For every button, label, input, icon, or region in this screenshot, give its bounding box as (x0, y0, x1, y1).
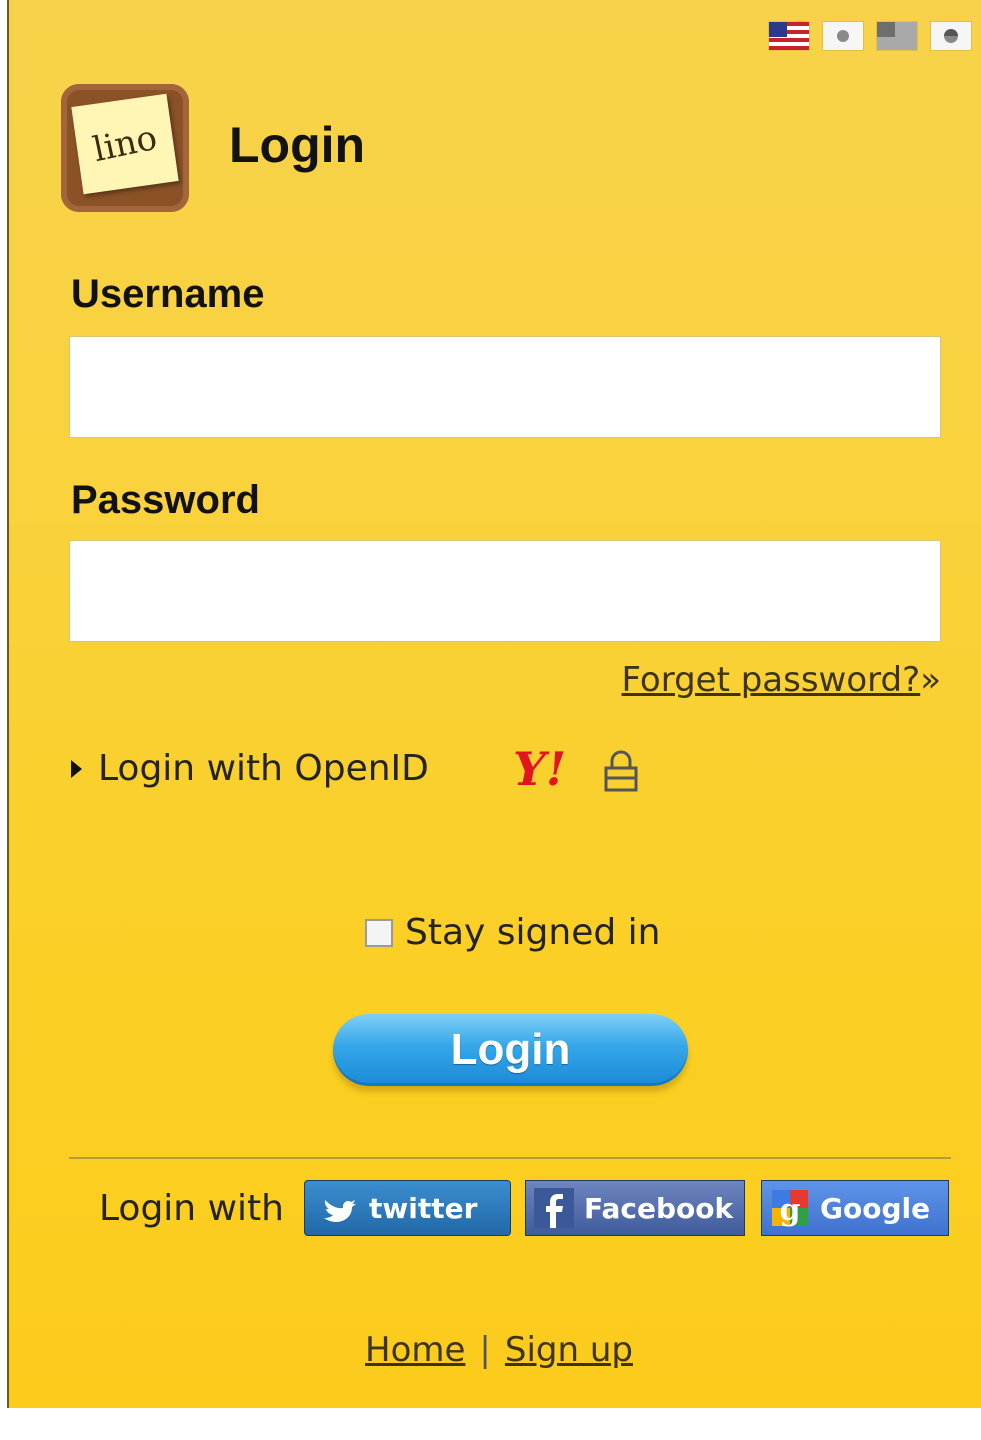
username-input[interactable] (69, 336, 941, 438)
home-link[interactable]: Home (365, 1330, 465, 1370)
stay-signed-in[interactable]: Stay signed in (365, 912, 660, 953)
password-label: Password (71, 478, 260, 522)
page-title: Login (229, 117, 366, 173)
divider (69, 1157, 951, 1159)
logo-text: lino (89, 117, 161, 171)
google-login-button[interactable]: g Google (761, 1180, 949, 1236)
twitter-label: twitter (369, 1191, 478, 1225)
footer-separator: | (479, 1330, 491, 1370)
facebook-login-button[interactable]: Facebook (525, 1180, 745, 1236)
yahoo-login-icon[interactable]: Y! (513, 742, 566, 796)
forgot-password-arrow: » (920, 660, 941, 700)
social-login-label: Login with (99, 1188, 284, 1229)
signup-link[interactable]: Sign up (505, 1330, 633, 1370)
sticky-note-icon: lino (71, 93, 179, 195)
language-selector (769, 22, 971, 50)
svg-text:g: g (780, 1193, 801, 1228)
login-panel: lino Login Username Password Forget pass… (7, 0, 981, 1408)
twitter-bird-icon (324, 1200, 356, 1222)
lock-icon[interactable] (603, 750, 639, 792)
forgot-password: Forget password?» (622, 660, 941, 700)
password-input[interactable] (69, 540, 941, 642)
google-icon: g (772, 1190, 808, 1228)
stay-signed-in-checkbox[interactable] (365, 918, 393, 947)
openid-label: Login with OpenID (98, 748, 429, 789)
lino-logo: lino (61, 84, 189, 212)
facebook-icon (534, 1188, 574, 1228)
login-button[interactable]: Login (333, 1014, 688, 1086)
stay-signed-in-label: Stay signed in (405, 912, 661, 953)
flag-tw-icon[interactable] (877, 22, 917, 50)
forgot-password-link[interactable]: Forget password? (622, 660, 921, 700)
flag-kr-icon[interactable] (931, 22, 971, 50)
username-label: Username (71, 272, 265, 316)
flag-us-icon[interactable] (769, 22, 809, 50)
twitter-login-button[interactable]: twitter (304, 1180, 511, 1236)
facebook-label: Facebook (584, 1191, 734, 1225)
footer-links: Home | Sign up (365, 1330, 633, 1370)
flag-jp-icon[interactable] (823, 22, 863, 50)
google-label: Google (820, 1191, 931, 1225)
openid-toggle[interactable]: Login with OpenID (71, 748, 429, 789)
expand-triangle-icon (71, 759, 82, 778)
